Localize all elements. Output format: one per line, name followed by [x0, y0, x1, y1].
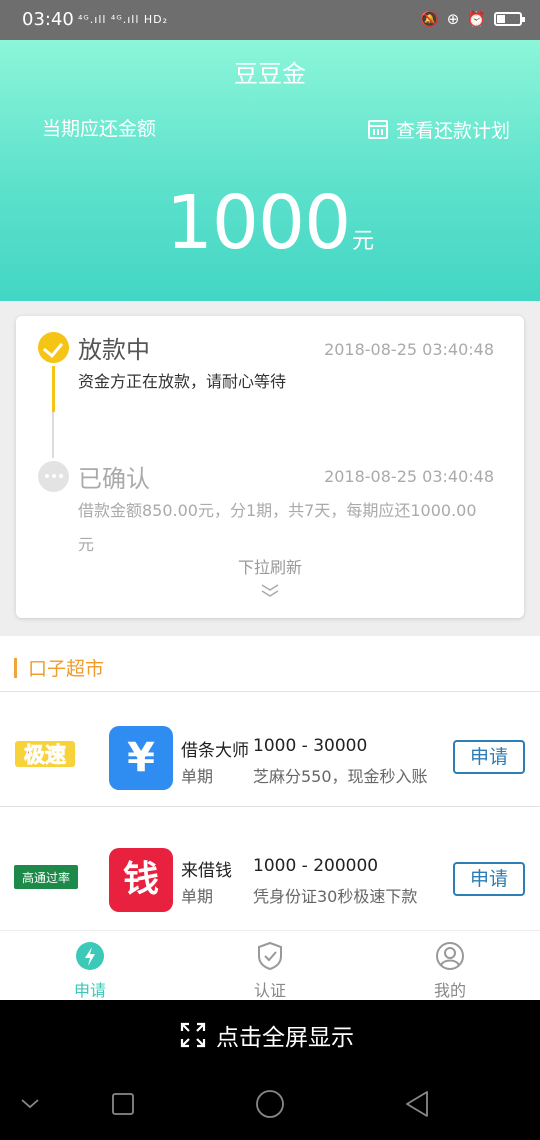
product-name: 借条大师 — [181, 741, 249, 761]
battery-icon — [494, 12, 525, 26]
double-chevron-down-icon — [261, 584, 279, 597]
view-repayment-plan-label: 查看还款计划 — [395, 120, 510, 142]
timeline-line-active — [52, 366, 55, 412]
bottom-tab-bar: 申请 认证 我的 — [0, 930, 540, 1000]
promo-badge-fast-text: 极速 — [24, 743, 66, 767]
market-header: 口子超市 — [0, 636, 540, 692]
step-desc-confirmed-line1: 借款金额850.00元，分1期，共7天，每期应还1000.00 — [78, 501, 477, 520]
expand-icon — [180, 1022, 206, 1048]
tab-mine-label: 我的 — [433, 981, 466, 1000]
product-term: 单期 — [181, 887, 214, 906]
tab-apply-label: 申请 — [73, 981, 106, 1000]
timeline-line-inactive — [52, 412, 54, 458]
network-signal-icon: ⁴ᴳ.ıll ⁴ᴳ.ıll HD₂ — [78, 13, 169, 26]
product-amount-range: 1000 - 30000 — [253, 736, 368, 756]
loan-market: 口子超市 极速 ¥ 借条大师 1000 - 30000 单期 芝麻分550，现金… — [0, 636, 540, 930]
product-desc: 芝麻分550，现金秒入账 — [253, 767, 428, 786]
calendar-icon — [367, 120, 388, 139]
chevron-down-icon[interactable] — [20, 1097, 40, 1111]
pending-dots-icon — [38, 461, 69, 492]
product-term: 单期 — [181, 767, 214, 786]
due-amount-value: 1000 — [165, 180, 351, 266]
high-approval-badge-icon: 高通过率 — [14, 865, 78, 889]
lock-rotation-icon: ⊕ — [446, 10, 460, 28]
step-title-confirmed: 已确认 — [78, 465, 150, 493]
fullscreen-bar[interactable]: 点击全屏显示 — [0, 1000, 540, 1070]
page-title: 豆豆金 — [234, 60, 306, 88]
product-name: 来借钱 — [181, 861, 232, 881]
promo-badge-high-approval-text: 高通过率 — [22, 870, 70, 885]
status-time: 03:40 — [22, 9, 74, 30]
loan-status-card: 放款中 2018-08-25 03:40:48 资金方正在放款，请耐心等待 已确… — [16, 316, 524, 618]
bell-muted-icon: 🔕 — [420, 10, 439, 28]
shield-check-icon — [258, 941, 282, 971]
alarm-icon: ⏰ — [467, 10, 486, 28]
market-title: 口子超市 — [28, 658, 105, 680]
product-row[interactable]: 极速 ¥ 借条大师 1000 - 30000 单期 芝麻分550，现金秒入账 申… — [0, 693, 540, 807]
jietiao-dashi-app-icon: ¥ — [109, 726, 173, 790]
step-time-disbursing: 2018-08-25 03:40:48 — [324, 340, 494, 359]
product-desc: 凭身份证30秒极速下款 — [253, 887, 418, 906]
step-time-confirmed: 2018-08-25 03:40:48 — [324, 467, 494, 486]
product-row[interactable]: 高通过率 钱 来借钱 1000 - 200000 单期 凭身份证30秒极速下款 … — [0, 819, 540, 933]
pull-refresh-hint: 下拉刷新 — [237, 558, 302, 577]
step-desc-disbursing: 资金方正在放款，请耐心等待 — [78, 372, 287, 391]
step-desc-confirmed-line2: 元 — [78, 535, 95, 554]
lightning-icon — [76, 942, 104, 970]
repayment-header: 豆豆金 当期应还金额 查看还款计划 1000元 — [0, 40, 540, 301]
home-icon[interactable] — [255, 1089, 285, 1119]
product-amount-range: 1000 - 200000 — [253, 856, 379, 876]
check-circle-icon — [38, 332, 69, 363]
step-title-disbursing: 放款中 — [78, 336, 150, 364]
fullscreen-label: 点击全屏显示 — [216, 1025, 354, 1051]
tab-mine[interactable]: 我的 — [360, 931, 540, 1001]
fast-badge-icon: 极速 — [15, 741, 75, 767]
due-amount: 1000元 — [0, 180, 540, 266]
apply-button[interactable]: 申请 — [453, 740, 525, 774]
due-amount-unit: 元 — [352, 229, 375, 254]
promo-badge-fast: 极速 — [14, 737, 76, 771]
yuan-symbol-icon: ¥ — [127, 735, 155, 781]
user-icon — [436, 942, 464, 970]
money-char-icon: 钱 — [122, 859, 159, 900]
back-icon[interactable] — [404, 1090, 430, 1118]
apply-button[interactable]: 申请 — [453, 862, 525, 896]
recent-apps-icon[interactable] — [112, 1093, 134, 1115]
tab-apply[interactable]: 申请 — [0, 931, 180, 1001]
system-nav-bar — [0, 1070, 540, 1140]
section-marker — [14, 658, 17, 678]
lai-jieqian-app-icon: 钱 — [109, 848, 173, 912]
due-amount-label: 当期应还金额 — [42, 118, 157, 140]
view-repayment-plan-link[interactable]: 查看还款计划 — [367, 116, 510, 143]
status-icons: 🔕 ⊕ ⏰ — [420, 10, 525, 28]
fullscreen-button[interactable]: 点击全屏显示 — [180, 1018, 354, 1052]
tab-verify-label: 认证 — [253, 981, 286, 1000]
promo-badge-high-approval: 高通过率 — [14, 863, 78, 891]
status-bar: 03:40 ⁴ᴳ.ıll ⁴ᴳ.ıll HD₂ 🔕 ⊕ ⏰ — [0, 0, 540, 40]
tab-verify[interactable]: 认证 — [180, 931, 360, 1001]
